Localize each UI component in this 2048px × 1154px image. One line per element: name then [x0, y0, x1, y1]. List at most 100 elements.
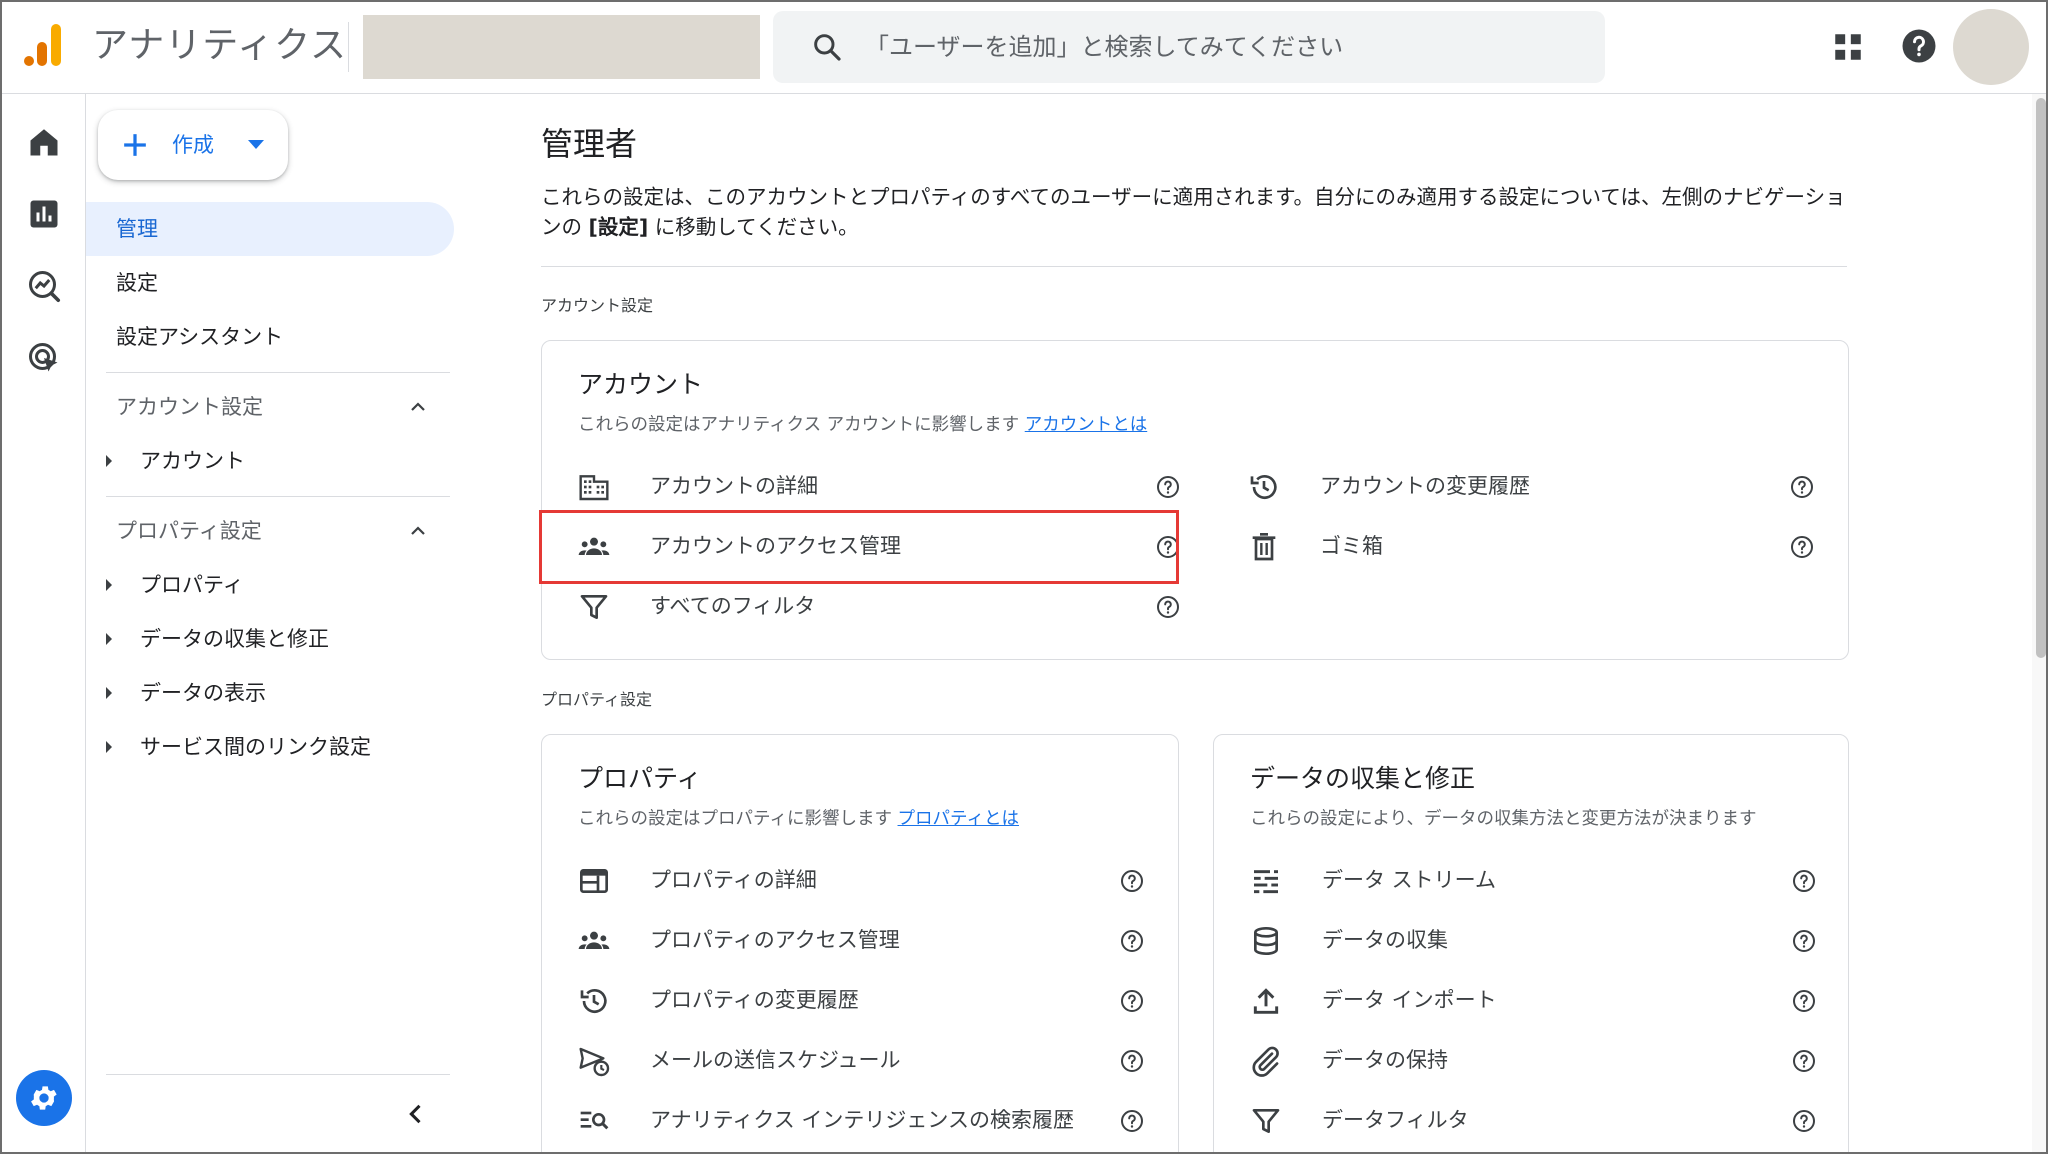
search-bar[interactable]: 「ユーザーを追加」と検索してみてください	[773, 11, 1605, 83]
history-icon	[1250, 475, 1277, 499]
reports-icon[interactable]	[26, 196, 62, 232]
page-title: 管理者	[541, 125, 638, 163]
nav-sub-label: データの収集と修正	[140, 627, 329, 651]
nav-property[interactable]: プロパティ	[86, 558, 450, 612]
help-circle-icon[interactable]	[1792, 989, 1816, 1013]
help-circle-icon[interactable]	[1790, 475, 1814, 499]
admin-settings-button[interactable]	[16, 1070, 72, 1126]
card-subtitle: これらの設定はアナリティクス アカウントに影響します アカウントとは	[578, 411, 1147, 436]
app-title: アナリティクス	[92, 25, 348, 66]
help-circle-icon[interactable]	[1790, 535, 1814, 559]
card-title: アカウント	[578, 370, 704, 399]
nav-data-display[interactable]: データの表示	[86, 666, 450, 720]
apps-grid-icon[interactable]	[1831, 30, 1865, 64]
nav-divider	[106, 496, 450, 497]
expand-arrow-icon	[106, 455, 112, 467]
help-circle-icon[interactable]	[1120, 1049, 1144, 1073]
filter-icon	[1252, 1109, 1280, 1133]
about-property-link[interactable]: プロパティとは	[898, 809, 1019, 829]
help-circle-icon[interactable]	[1156, 475, 1180, 499]
help-circle-icon[interactable]	[1120, 1109, 1144, 1133]
property-details-row[interactable]: プロパティの詳細	[578, 855, 1156, 905]
web-layout-icon	[580, 869, 608, 893]
nav-settings[interactable]: 設定	[86, 256, 454, 310]
property-access-management-row[interactable]: プロパティのアクセス管理	[578, 915, 1156, 965]
about-account-link[interactable]: アカウントとは	[1025, 415, 1148, 435]
create-button[interactable]: 作成	[98, 110, 288, 180]
search-history-icon	[580, 1111, 609, 1130]
collapse-sidebar-icon[interactable]	[402, 1100, 430, 1128]
data-filters-row[interactable]: データフィルタ	[1250, 1095, 1826, 1145]
help-circle-icon[interactable]	[1120, 869, 1144, 893]
expand-arrow-icon	[106, 633, 112, 645]
nav-sub-label: データの表示	[140, 681, 266, 705]
nav-divider	[106, 1074, 450, 1075]
row-label: データの保持	[1322, 1048, 1448, 1072]
data-streams-row[interactable]: データ ストリーム	[1250, 855, 1826, 905]
nav-admin[interactable]: 管理	[86, 202, 454, 256]
help-circle-icon[interactable]	[1120, 929, 1144, 953]
help-circle-icon[interactable]	[1792, 869, 1816, 893]
gear-icon	[31, 1086, 57, 1110]
top-header: アナリティクス 「ユーザーを追加」と検索してみてください	[2, 2, 2046, 94]
explore-icon[interactable]	[26, 268, 62, 304]
account-details-row[interactable]: アカウントの詳細	[578, 461, 1188, 511]
data-collection-row[interactable]: データの収集	[1250, 915, 1826, 965]
filter-icon	[580, 595, 608, 619]
description-text: に移動してください。	[648, 215, 859, 239]
row-label: アナリティクス インテリジェンスの検索履歴	[650, 1108, 1074, 1132]
scrollbar-thumb[interactable]	[2036, 98, 2046, 658]
chevron-up-icon	[411, 402, 425, 411]
group-icon	[578, 537, 610, 555]
avatar[interactable]	[1953, 9, 2029, 85]
row-label: データ ストリーム	[1322, 868, 1497, 892]
page-description: これらの設定は、このアカウントとプロパティのすべてのユーザーに適用されます。自分…	[541, 182, 1851, 242]
row-label: アカウントの詳細	[650, 474, 818, 498]
nav-sub-label: アカウント	[140, 449, 245, 473]
account-access-management-row[interactable]: アカウントのアクセス管理	[578, 521, 1188, 571]
expand-arrow-icon	[106, 579, 112, 591]
help-circle-icon[interactable]	[1792, 1049, 1816, 1073]
row-label: データ インポート	[1322, 988, 1497, 1012]
database-icon	[1254, 927, 1278, 956]
home-icon[interactable]	[26, 124, 62, 160]
row-label: データフィルタ	[1322, 1108, 1469, 1132]
nav-section-account-settings[interactable]: アカウント設定	[86, 380, 450, 434]
help-circle-icon[interactable]	[1120, 989, 1144, 1013]
create-label: 作成	[172, 133, 214, 157]
group-icon	[578, 931, 610, 949]
intelligence-search-history-row[interactable]: アナリティクス インテリジェンスの検索履歴	[578, 1095, 1156, 1145]
main-divider	[541, 266, 1847, 267]
row-label: データの収集	[1322, 928, 1448, 952]
help-icon[interactable]	[1901, 28, 1937, 64]
data-import-row[interactable]: データ インポート	[1250, 975, 1826, 1025]
help-circle-icon[interactable]	[1156, 535, 1180, 559]
nav-data-collection[interactable]: データの収集と修正	[86, 612, 450, 666]
nav-section-label: プロパティ設定	[116, 519, 262, 543]
trash-row[interactable]: ゴミ箱	[1248, 521, 1828, 571]
row-label: すべてのフィルタ	[650, 594, 816, 618]
search-input[interactable]: 「ユーザーを追加」と検索してみてください	[865, 11, 1343, 83]
all-filters-row[interactable]: すべてのフィルタ	[578, 581, 1188, 631]
header-divider	[348, 22, 349, 72]
account-picker[interactable]	[363, 15, 760, 79]
scheduled-send-icon	[579, 1047, 610, 1077]
help-circle-icon[interactable]	[1156, 595, 1180, 619]
nav-account[interactable]: アカウント	[86, 434, 450, 488]
advertising-icon[interactable]	[26, 340, 62, 376]
property-change-history-row[interactable]: プロパティの変更履歴	[578, 975, 1156, 1025]
card-title: データの収集と修正	[1250, 764, 1476, 793]
row-label: プロパティの変更履歴	[650, 988, 859, 1012]
help-circle-icon[interactable]	[1792, 929, 1816, 953]
nav-setup-assistant[interactable]: 設定アシスタント	[86, 310, 454, 364]
nav-section-property-settings[interactable]: プロパティ設定	[86, 504, 450, 558]
section-label-property: プロパティ設定	[541, 690, 653, 709]
nav-product-links[interactable]: サービス間のリンク設定	[86, 720, 450, 774]
account-change-history-row[interactable]: アカウントの変更履歴	[1248, 461, 1828, 511]
upload-icon	[1253, 988, 1279, 1014]
help-circle-icon[interactable]	[1792, 1109, 1816, 1133]
data-retention-row[interactable]: データの保持	[1250, 1035, 1826, 1085]
row-label: ゴミ箱	[1320, 534, 1383, 558]
analytics-logo-icon[interactable]	[22, 24, 66, 68]
scheduled-emails-row[interactable]: メールの送信スケジュール	[578, 1035, 1156, 1085]
